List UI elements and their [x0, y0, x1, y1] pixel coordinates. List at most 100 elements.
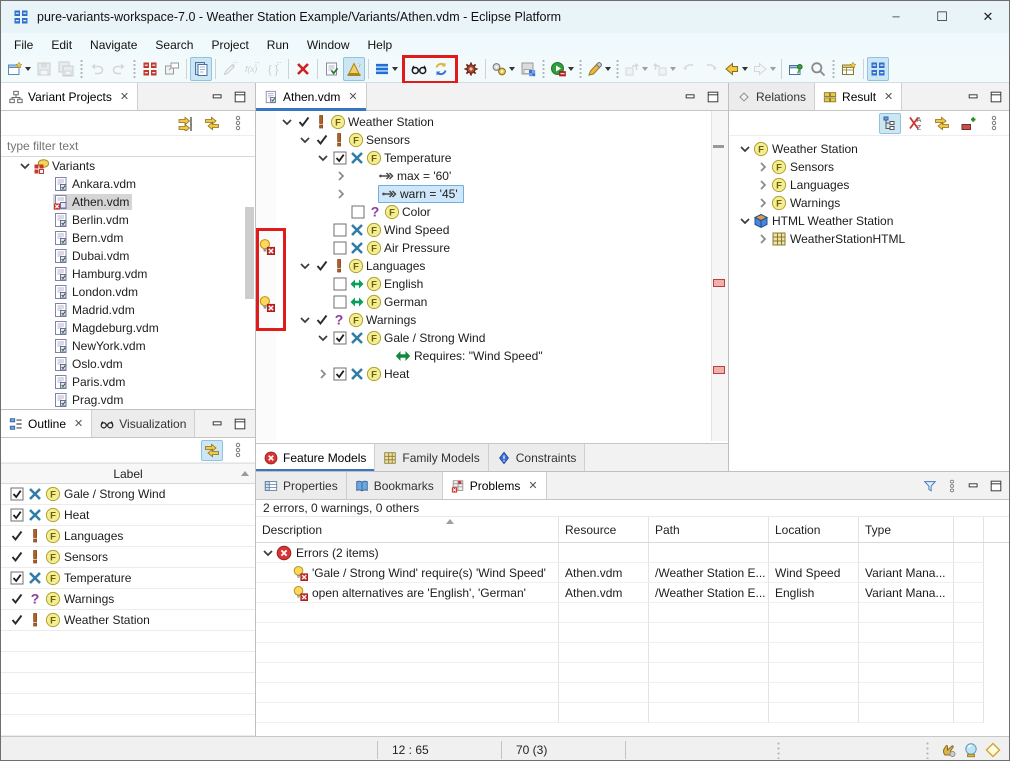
commit-button[interactable] [622, 57, 650, 81]
result-item-html-weather-station[interactable]: HTML Weather Station [729, 212, 1010, 230]
tree-item-ankara-vdm[interactable]: Ankara.vdm [1, 175, 255, 193]
menu-search[interactable]: Search [146, 36, 202, 54]
open-perspective-button[interactable] [838, 57, 860, 81]
checkbox-checked[interactable] [331, 366, 348, 382]
tree-item-dubai-vdm[interactable]: Dubai.vdm [1, 247, 255, 265]
transform-model-button[interactable] [489, 57, 517, 81]
menu-project[interactable]: Project [202, 36, 257, 54]
dropdown-caret-icon[interactable] [642, 67, 648, 71]
reevaluate-model-button[interactable] [430, 57, 452, 81]
tree-item-newyork-vdm[interactable]: NewYork.vdm [1, 337, 255, 355]
dropdown-caret-icon[interactable] [670, 67, 676, 71]
view-menu-button[interactable] [983, 113, 1005, 134]
feature-row-temperature[interactable]: FTemperature [276, 149, 710, 167]
dropdown-caret-icon[interactable] [568, 67, 574, 71]
tab-variant-projects[interactable]: Variant Projects ✕ [1, 83, 138, 110]
run-button[interactable] [548, 57, 576, 81]
import-result-button[interactable] [957, 113, 979, 134]
feature-row-english[interactable]: FEnglish [276, 275, 710, 293]
highlight-marker-button[interactable] [585, 57, 613, 81]
vertical-scrollbar[interactable] [245, 207, 254, 299]
overview-error-marker[interactable] [713, 366, 725, 374]
checkbox-unchecked[interactable] [331, 222, 348, 238]
validate-model-button[interactable] [321, 57, 343, 81]
view-menu-icon[interactable] [945, 479, 959, 493]
tree-item-oslo-vdm[interactable]: Oslo.vdm [1, 355, 255, 373]
tree-item-bern-vdm[interactable]: Bern.vdm [1, 229, 255, 247]
tree-item-magdeburg-vdm[interactable]: Magdeburg.vdm [1, 319, 255, 337]
close-view-icon[interactable]: ✕ [120, 90, 129, 103]
new-attribute-button[interactable]: f(x) [241, 57, 263, 81]
checkbox-unchecked[interactable] [331, 240, 348, 256]
column-header-path[interactable]: Path [649, 517, 769, 542]
chevron-down-icon[interactable] [314, 150, 331, 166]
tab-athen-vdm[interactable]: Athen.vdm ✕ [256, 83, 367, 110]
layout-editors-button[interactable] [161, 57, 183, 81]
checkbox-checked[interactable] [331, 330, 348, 346]
tree-item-paris-vdm[interactable]: Paris.vdm [1, 373, 255, 391]
feature-row-heat[interactable]: FHeat [276, 365, 710, 383]
menu-file[interactable]: File [5, 36, 42, 54]
column-header-type[interactable]: Type [859, 517, 954, 542]
minimize-button[interactable]: ─ [873, 1, 919, 33]
chevron-down-icon[interactable] [314, 330, 331, 346]
result-item-sensors[interactable]: FSensors [729, 158, 1010, 176]
forward-button[interactable] [750, 57, 778, 81]
feature-row-german[interactable]: FGerman [276, 293, 710, 311]
result-item-weatherstationhtml[interactable]: WeatherStationHTML [729, 230, 1010, 248]
tree-item-variants-root[interactable]: Variants [1, 157, 255, 175]
forward-history-button[interactable] [700, 57, 722, 81]
problems-error-row[interactable]: open alternatives are 'English', 'German… [256, 583, 1010, 603]
minimize-icon[interactable] [967, 479, 981, 493]
tree-item-berlin-vdm[interactable]: Berlin.vdm [1, 211, 255, 229]
outline-row[interactable]: FLanguages [1, 526, 255, 547]
dropdown-caret-icon[interactable] [605, 67, 611, 71]
outline-row[interactable]: FGale / Strong Wind [1, 484, 255, 505]
maximize-icon[interactable] [989, 90, 1003, 104]
sync-result-button[interactable] [931, 113, 953, 134]
minimize-icon[interactable] [211, 417, 225, 431]
tab-outline[interactable]: Outline✕ [1, 410, 92, 437]
feature-row-air-pressure[interactable]: FAir Pressure [276, 239, 710, 257]
chevron-down-icon[interactable] [296, 312, 313, 328]
feature-row-warn-45[interactable]: warn = '45' [276, 185, 710, 203]
feature-row-wind-speed[interactable]: FWind Speed [276, 221, 710, 239]
tab-relations[interactable]: Relations [729, 83, 815, 110]
tree-mode-button[interactable] [879, 113, 901, 134]
tab-feature-models[interactable]: Feature Models [256, 444, 375, 471]
chevron-right-icon[interactable] [314, 366, 331, 382]
maximize-view-icon[interactable] [233, 90, 247, 104]
pv-model-grid-button[interactable] [139, 57, 161, 81]
dropdown-caret-icon[interactable] [770, 67, 776, 71]
hand-mode-icon[interactable] [941, 742, 957, 758]
configuration-button[interactable] [460, 57, 482, 81]
feature-row-languages[interactable]: FLanguages [276, 257, 710, 275]
tab-problems[interactable]: Problems✕ [443, 472, 547, 499]
redo-button[interactable] [108, 57, 130, 81]
new-feature-button[interactable] [219, 57, 241, 81]
chevron-right-icon[interactable] [332, 186, 349, 202]
overview-marker[interactable] [713, 145, 724, 148]
link-with-editor-button[interactable] [175, 113, 197, 134]
feature-row-max-60[interactable]: max = '60' [276, 167, 710, 185]
tab-properties[interactable]: Properties [256, 472, 347, 499]
feature-row-requires-wind-speed[interactable]: Requires: "Wind Speed" [276, 347, 710, 365]
checkbox-unchecked[interactable] [349, 204, 366, 220]
pv-perspective-button[interactable] [867, 57, 889, 81]
result-item-weather-station[interactable]: FWeather Station [729, 140, 1010, 158]
filter-icon[interactable] [923, 479, 937, 493]
undo-button[interactable] [86, 57, 108, 81]
outline-row[interactable]: FTemperature [1, 568, 255, 589]
minimize-icon[interactable] [967, 90, 981, 104]
save-all-button[interactable] [55, 57, 77, 81]
maximize-editor-icon[interactable] [706, 90, 720, 104]
minimize-editor-icon[interactable] [684, 90, 698, 104]
tree-item-hamburg-vdm[interactable]: Hamburg.vdm [1, 265, 255, 283]
tree-item-athen-vdm[interactable]: Athen.vdm [1, 193, 255, 211]
close-view-icon[interactable]: ✕ [528, 479, 537, 492]
chevron-right-icon[interactable] [332, 168, 349, 184]
column-header-resource[interactable]: Resource [559, 517, 649, 542]
feature-row-weather-station[interactable]: FWeather Station [276, 113, 710, 131]
dropdown-caret-icon[interactable] [392, 67, 398, 71]
tree-item-london-vdm[interactable]: London.vdm [1, 283, 255, 301]
